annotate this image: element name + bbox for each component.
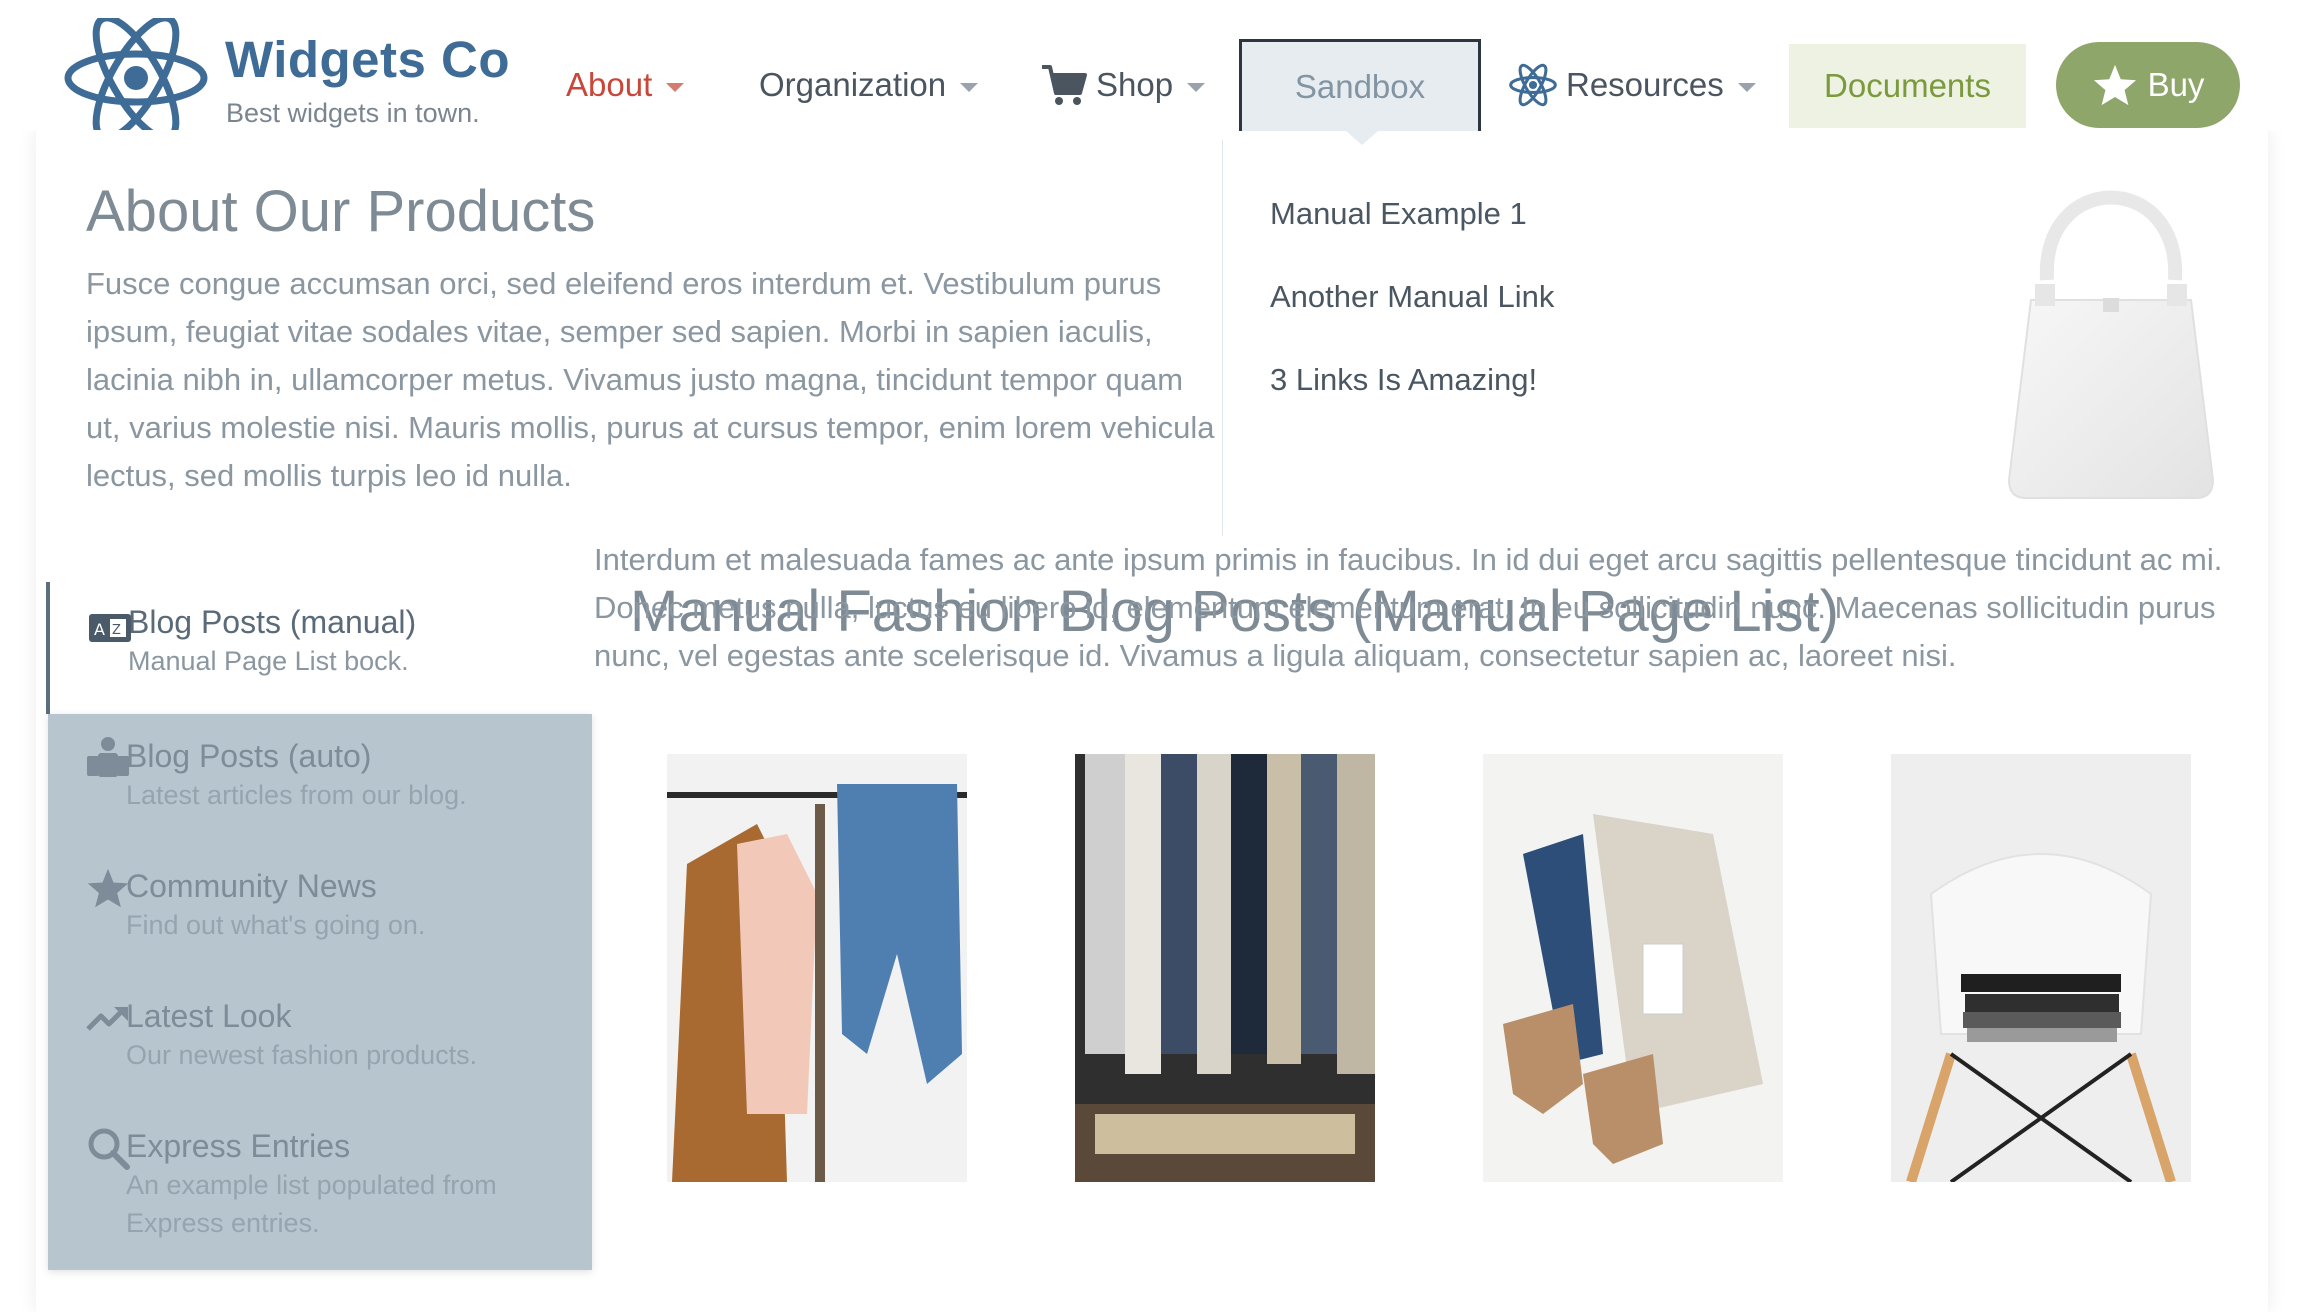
sidebar-item-desc: Our newest fashion products.: [126, 1040, 478, 1070]
sidebar-item-title: Community News: [126, 868, 377, 904]
dropdown-pointer: [1346, 131, 1378, 145]
sidebar-item-desc: Manual Page List bock.: [128, 646, 409, 676]
star-icon: [87, 868, 129, 908]
blog-post-thumbnail-3[interactable]: [1483, 754, 1783, 1182]
nav-resources-label: Resources: [1566, 66, 1724, 103]
sidebar-item-desc-line-2: Express entries.: [126, 1208, 320, 1238]
clothes-rack-image: [667, 754, 967, 1182]
mega-menu-text: Fusce congue accumsan orci, sed eleifend…: [86, 266, 1215, 493]
users-icon: [87, 737, 129, 777]
sidebar-item-latest-look[interactable]: Latest Look Our newest fashion products.: [48, 996, 592, 1074]
nav-organization-label: Organization: [759, 66, 947, 103]
star-icon: [2093, 64, 2136, 106]
nav-shop-label: Shop: [1096, 66, 1174, 103]
nav-shop[interactable]: Shop: [1040, 40, 1206, 130]
handbag-image: [2007, 190, 2215, 499]
sidebar-item-desc: Find out what's going on.: [126, 910, 426, 940]
sidebar-item-title: Latest Look: [126, 998, 292, 1034]
sidebar-group: Blog Posts (auto) Latest articles from o…: [48, 714, 592, 1270]
page-intro-text: Interdum et malesuada fames ac ante ipsu…: [594, 542, 2223, 673]
svg-text:Z: Z: [112, 623, 121, 638]
chair-with-clothes-image: [1891, 754, 2191, 1182]
nav-about-label: About: [566, 66, 653, 103]
sidebar-item-title: Blog Posts (auto): [126, 738, 372, 774]
shopping-cart-icon: [1042, 65, 1087, 105]
atom-icon: [1509, 63, 1557, 107]
brand-title[interactable]: Widgets Co: [225, 30, 510, 89]
buy-button[interactable]: Buy: [2056, 42, 2240, 128]
id-card-icon: A Z: [89, 614, 131, 642]
divider: [1222, 140, 1223, 536]
mega-menu-heading: About Our Products: [86, 179, 596, 244]
svg-text:A: A: [94, 620, 105, 639]
sidebar-item-blog-posts-auto[interactable]: Blog Posts (auto) Latest articles from o…: [48, 736, 592, 814]
sidebar-item-desc: Latest articles from our blog.: [126, 780, 467, 810]
brand-tagline: Best widgets in town.: [226, 98, 480, 128]
caret-down-icon: [960, 82, 979, 92]
menu-link-3-links[interactable]: 3 Links Is Amazing!: [1270, 362, 1537, 398]
blog-post-thumbnail-4[interactable]: [1891, 754, 2191, 1182]
blog-post-thumbnail-2[interactable]: [1075, 754, 1375, 1182]
caret-down-icon: [1187, 82, 1206, 92]
buy-label: Buy: [2147, 66, 2205, 103]
nav-organization[interactable]: Organization: [759, 40, 979, 130]
closet-image: [1075, 754, 1375, 1182]
sidebar-item-desc-line-1: An example list populated from: [126, 1170, 497, 1200]
documents-button[interactable]: Documents: [1789, 44, 2026, 128]
flatlay-outfit-image: [1483, 754, 1783, 1182]
nav-about[interactable]: About: [566, 40, 685, 130]
nav-sandbox-label: Sandbox: [1294, 67, 1426, 105]
nav-sandbox[interactable]: Sandbox: [1239, 39, 1481, 145]
trending-up-icon: [86, 1007, 128, 1031]
sidebar-item-express-entries[interactable]: Express Entries An example list populate…: [48, 1126, 592, 1242]
search-icon: [88, 1128, 130, 1170]
menu-link-manual-example-1[interactable]: Manual Example 1: [1270, 196, 1527, 232]
caret-down-icon: [1737, 82, 1756, 92]
site-header: Widgets Co Best widgets in town. About O…: [0, 0, 2324, 145]
sidebar-item-community-news[interactable]: Community News Find out what's going on.: [48, 866, 592, 944]
sidebar-item-title: Blog Posts (manual): [128, 604, 417, 640]
nav-resources[interactable]: Resources: [1508, 40, 1756, 130]
atom-logo-icon[interactable]: [62, 18, 210, 130]
blog-post-thumbnail-1[interactable]: [667, 754, 967, 1182]
sidebar-item-blog-posts-manual[interactable]: A Z Blog Posts (manual) Manual Page List…: [46, 582, 590, 714]
menu-link-another-manual-link[interactable]: Another Manual Link: [1270, 279, 1554, 315]
caret-down-icon: [666, 82, 685, 92]
sidebar-item-title: Express Entries: [126, 1128, 351, 1164]
